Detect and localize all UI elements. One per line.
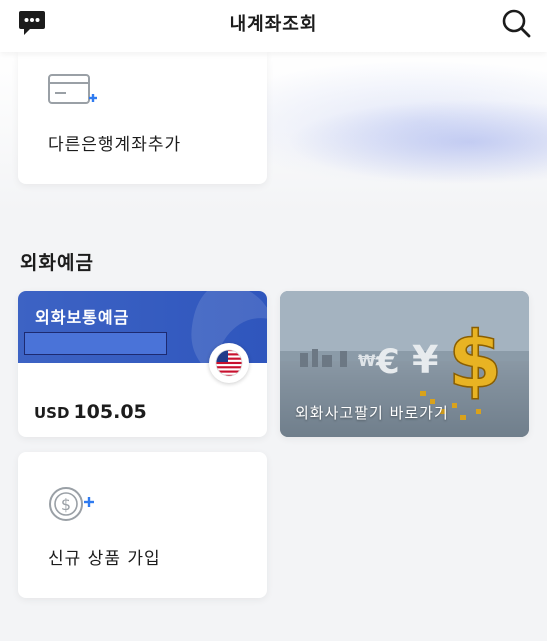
card-plus-icon (48, 74, 97, 104)
search-icon[interactable] (501, 8, 531, 38)
new-product-label: 신규 상품 가입 (48, 549, 161, 569)
buy-sell-foreign-currency-banner[interactable]: ₩ € ¥ $ 외화사고팔기 바로가기 (280, 291, 529, 437)
section-title-foreign-deposit: 외화예금 (20, 252, 94, 274)
svg-text:₩: ₩ (358, 351, 376, 370)
balance-amount: 105.05 (73, 401, 147, 423)
exchange-shortcut-label: 외화사고팔기 바로가기 (295, 404, 449, 422)
currency-code: USD (34, 404, 70, 422)
foreign-deposit-account-card[interactable]: 외화보통예금 USD 105.05 (18, 291, 267, 437)
page-title: 내계좌조회 (229, 14, 318, 35)
account-name: 외화보통예금 (35, 308, 130, 327)
add-bank-account-label: 다른은행계좌추가 (48, 135, 182, 155)
coin-plus-icon: $ (49, 487, 94, 521)
currency-flag-badge (209, 343, 249, 383)
account-balance: USD 105.05 (34, 401, 147, 423)
add-other-bank-account-card[interactable]: 다른은행계좌추가 (18, 52, 267, 184)
svg-text:$: $ (61, 495, 71, 514)
svg-text:$: $ (448, 316, 502, 406)
svg-text:¥: ¥ (412, 338, 438, 382)
svg-text:€: € (375, 342, 400, 382)
top-bar: 내계좌조회 (0, 0, 547, 52)
masked-account-number (24, 332, 167, 355)
us-flag-icon (215, 349, 243, 377)
new-product-signup-card[interactable]: $ 신규 상품 가입 (18, 452, 267, 598)
